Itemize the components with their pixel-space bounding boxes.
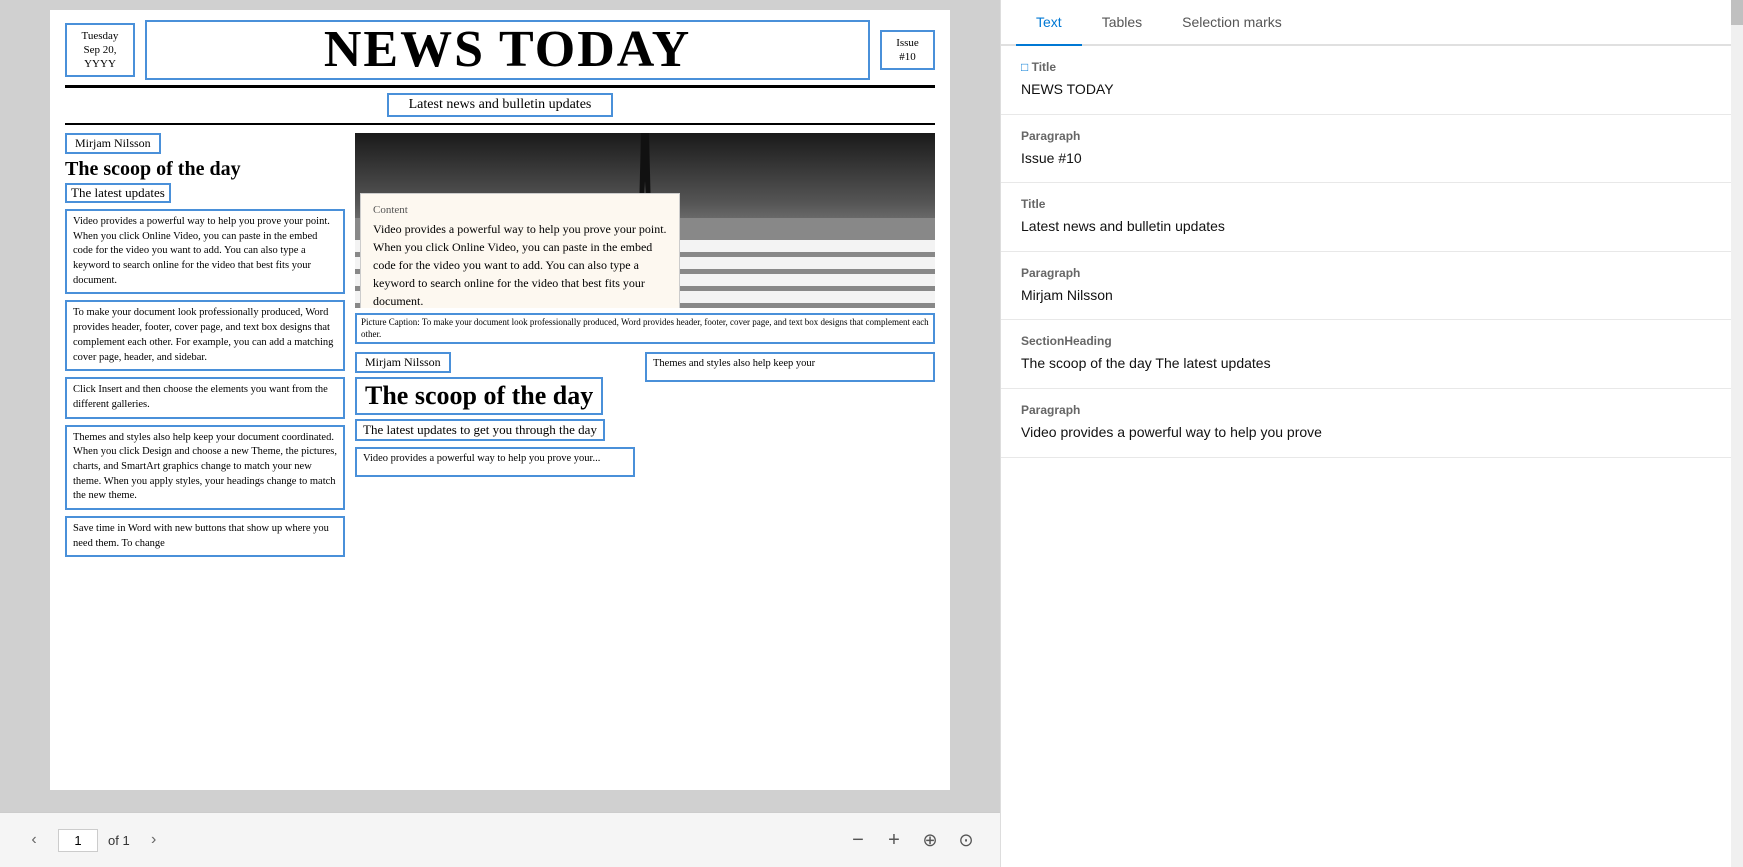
- news-body: Mirjam Nilsson The scoop of the day The …: [65, 133, 935, 563]
- second-section: Mirjam Nilsson The scoop of the day The …: [355, 352, 935, 477]
- content-popup: Content Video provides a powerful way to…: [360, 193, 680, 308]
- right-panel: Text Tables Selection marks □ Title NEWS…: [1000, 0, 1743, 867]
- text-block-4: Themes and styles also help keep your do…: [65, 425, 345, 510]
- subtitle-row: Latest news and bulletin updates: [65, 93, 935, 117]
- scrollbar-thumb[interactable]: [1731, 0, 1743, 25]
- panel-label-title-1: □ Title: [1021, 60, 1723, 74]
- panel-value-paragraph-2: Mirjam Nilsson: [1021, 286, 1723, 306]
- panel-value-title-1: NEWS TODAY: [1021, 80, 1723, 100]
- next-page-button[interactable]: ›: [140, 826, 168, 854]
- left-column: Mirjam Nilsson The scoop of the day The …: [65, 133, 345, 563]
- text-block-1: Video provides a powerful way to help yo…: [65, 209, 345, 294]
- panel-label-paragraph-3: Paragraph: [1021, 403, 1723, 417]
- scrollbar-track[interactable]: [1731, 0, 1743, 867]
- panel-section-paragraph-2: Paragraph Mirjam Nilsson: [1001, 252, 1743, 321]
- section-heading-1: The scoop of the day: [65, 158, 345, 181]
- prev-page-button[interactable]: ‹: [20, 826, 48, 854]
- panel-label-paragraph-2: Paragraph: [1021, 266, 1723, 280]
- tab-tables[interactable]: Tables: [1082, 0, 1162, 46]
- panel-section-title-2: Title Latest news and bulletin updates: [1001, 183, 1743, 252]
- text-block-2: To make your document look professionall…: [65, 300, 345, 371]
- issue-text: Issue #10: [896, 37, 919, 63]
- panel-section-title-1: □ Title NEWS TODAY: [1001, 46, 1743, 115]
- second-left-col: Mirjam Nilsson The scoop of the day The …: [355, 352, 635, 477]
- text-block-3: Click Insert and then choose the element…: [65, 377, 345, 418]
- zoom-controls: − + ⊕ ⊙: [844, 826, 980, 854]
- second-right-col: Themes and styles also help keep your: [645, 352, 935, 477]
- panel-content: □ Title NEWS TODAY Paragraph Issue #10 T…: [1001, 46, 1743, 867]
- newspaper-header: Tuesday Sep 20, YYYY NEWS TODAY Issue #1…: [65, 20, 935, 88]
- author-tag-1: Mirjam Nilsson: [65, 133, 161, 154]
- panel-value-heading: The scoop of the day The latest updates: [1021, 354, 1723, 374]
- author-tag-2: Mirjam Nilsson: [355, 352, 451, 373]
- panel-tabs: Text Tables Selection marks: [1001, 0, 1743, 46]
- page-of-label: of 1: [108, 833, 130, 848]
- page-navigation: ‹ of 1 ›: [20, 826, 168, 854]
- image-caption: Picture Caption: To make your document l…: [355, 313, 935, 344]
- right-column: Content Video provides a powerful way to…: [355, 133, 935, 563]
- panel-label-title-2: Title: [1021, 197, 1723, 211]
- zoom-more-button[interactable]: ⊙: [952, 826, 980, 854]
- document-panel: Tuesday Sep 20, YYYY NEWS TODAY Issue #1…: [0, 0, 1000, 867]
- panel-section-paragraph-3: Paragraph Video provides a powerful way …: [1001, 389, 1743, 458]
- section-subheading-2: The latest updates to get you through th…: [355, 419, 605, 441]
- themes-text-block: Themes and styles also help keep your: [645, 352, 935, 382]
- panel-value-title-2: Latest news and bulletin updates: [1021, 217, 1723, 237]
- newspaper-page: Tuesday Sep 20, YYYY NEWS TODAY Issue #1…: [50, 10, 950, 790]
- document-content: Tuesday Sep 20, YYYY NEWS TODAY Issue #1…: [0, 0, 1000, 812]
- date-box: Tuesday Sep 20, YYYY: [65, 23, 135, 78]
- partial-text-block: Video provides a powerful way to help yo…: [355, 447, 635, 477]
- panel-section-heading: SectionHeading The scoop of the day The …: [1001, 320, 1743, 389]
- panel-label-heading: SectionHeading: [1021, 334, 1723, 348]
- date-text: Tuesday Sep 20, YYYY: [82, 30, 119, 71]
- panel-value-paragraph-3: Video provides a powerful way to help yo…: [1021, 423, 1723, 443]
- panel-section-paragraph-1: Paragraph Issue #10: [1001, 115, 1743, 184]
- page-number-input[interactable]: [58, 829, 98, 852]
- issue-box: Issue #10: [880, 30, 935, 71]
- document-toolbar: ‹ of 1 › − + ⊕ ⊙: [0, 812, 1000, 867]
- popup-content-text: Video provides a powerful way to help yo…: [373, 220, 667, 308]
- title-box: NEWS TODAY: [145, 20, 870, 80]
- subtitle-text: Latest news and bulletin updates: [409, 97, 592, 112]
- section-subheading-1: The latest updates: [65, 183, 171, 203]
- text-block-5: Save time in Word with new buttons that …: [65, 516, 345, 557]
- newspaper-image: Content Video provides a powerful way to…: [355, 133, 935, 308]
- subtitle-box: Latest news and bulletin updates: [387, 93, 614, 117]
- zoom-out-button[interactable]: −: [844, 826, 872, 854]
- newspaper-title: NEWS TODAY: [157, 24, 858, 76]
- tab-selection-marks[interactable]: Selection marks: [1162, 0, 1302, 46]
- popup-content-label: Content: [373, 204, 667, 216]
- zoom-fit-button[interactable]: ⊕: [916, 826, 944, 854]
- zoom-in-button[interactable]: +: [880, 826, 908, 854]
- header-divider: [65, 123, 935, 125]
- panel-value-paragraph-1: Issue #10: [1021, 149, 1723, 169]
- section-heading-large: The scoop of the day: [355, 377, 603, 415]
- panel-label-paragraph-1: Paragraph: [1021, 129, 1723, 143]
- tab-text[interactable]: Text: [1016, 0, 1082, 46]
